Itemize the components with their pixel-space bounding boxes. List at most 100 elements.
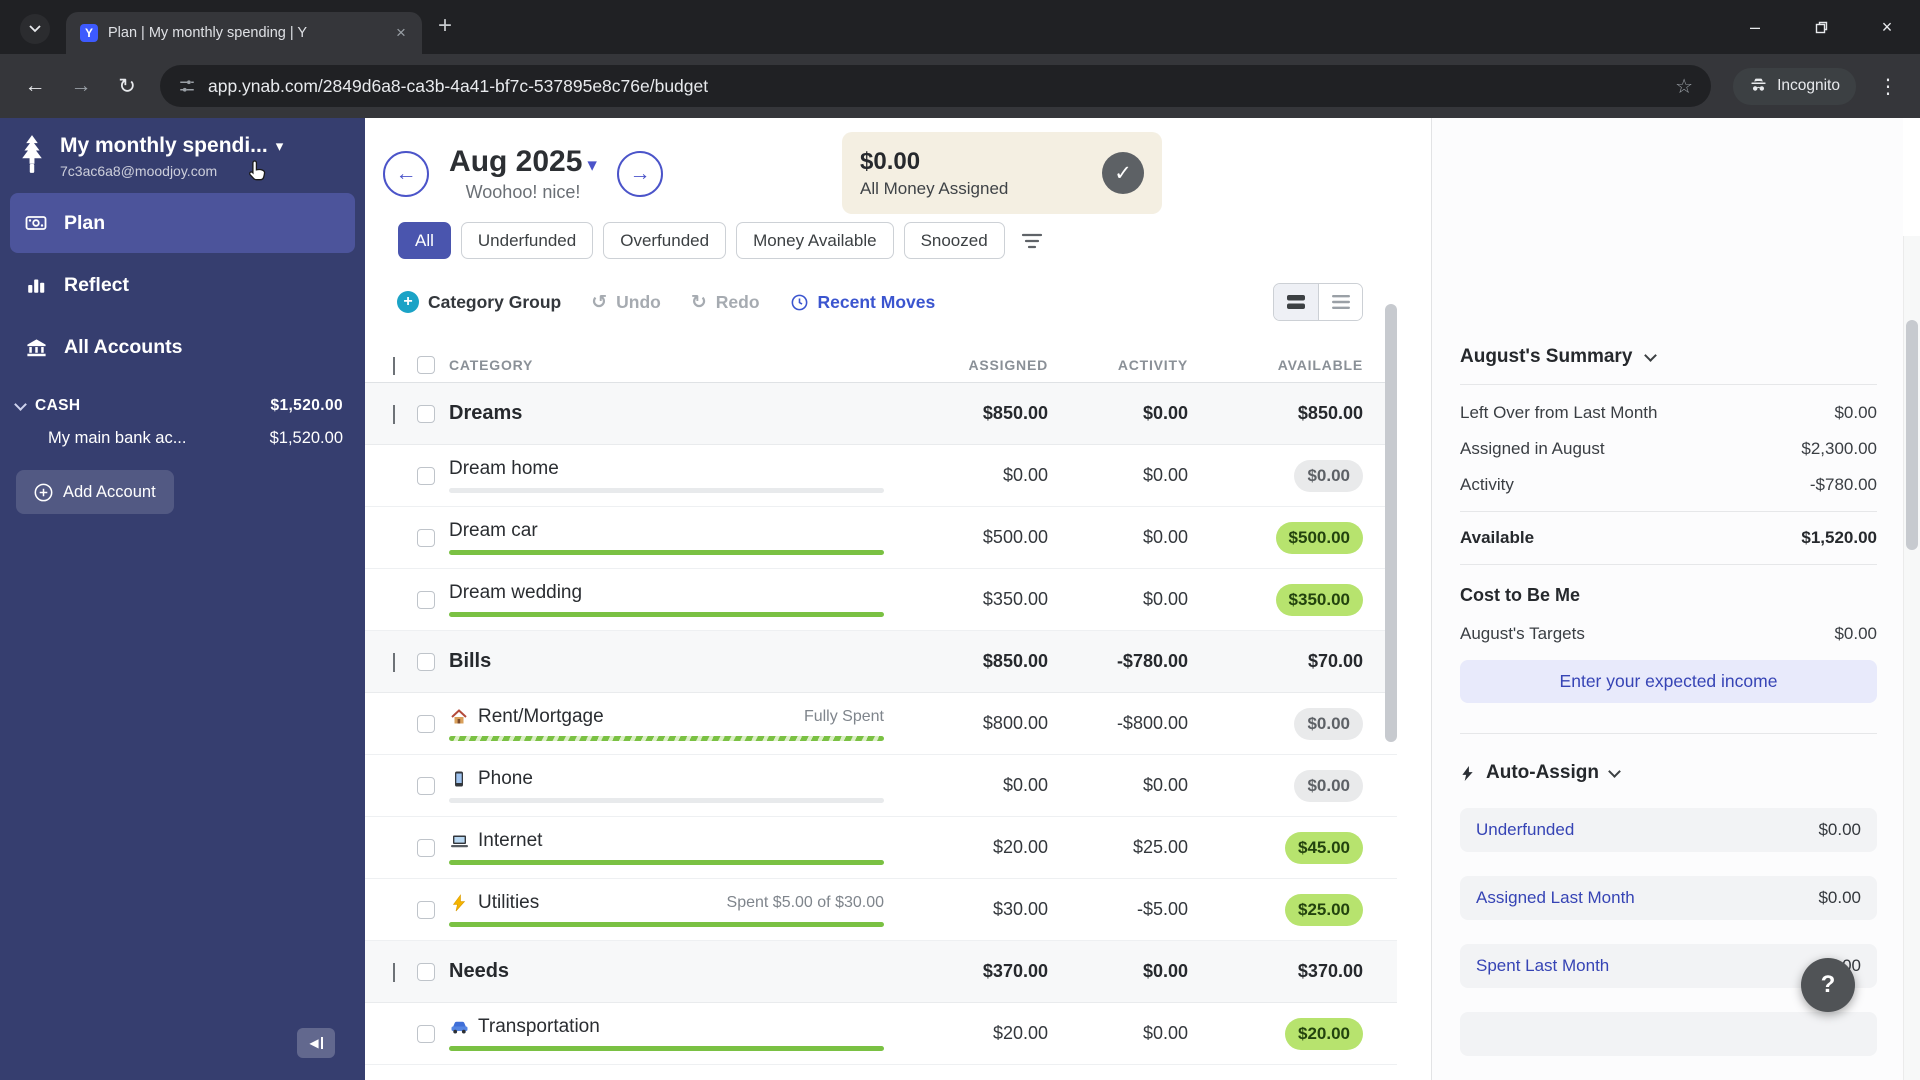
assigned-value[interactable]: $20.00 [898, 1023, 1048, 1044]
row-checkbox[interactable] [417, 714, 435, 733]
browser-menu-icon[interactable]: ⋮ [1870, 74, 1906, 99]
group-name[interactable]: Bills [449, 650, 898, 673]
activity-value[interactable]: $0.00 [1048, 465, 1188, 486]
budget-name[interactable]: My monthly spendi... [60, 134, 268, 158]
window-restore-button[interactable] [1788, 0, 1854, 54]
group-checkbox[interactable] [417, 962, 435, 981]
row-checkbox[interactable] [417, 900, 435, 919]
assigned-column-header[interactable]: ASSIGNED [898, 357, 1048, 373]
cash-section-header[interactable]: CASH $1,520.00 [14, 397, 343, 415]
url-text[interactable]: app.ynab.com/2849d6a8-ca3b-4a41-bf7c-537… [208, 76, 1663, 97]
account-item[interactable]: My main bank ac... $1,520.00 [0, 415, 365, 448]
address-bar[interactable]: app.ynab.com/2849d6a8-ca3b-4a41-bf7c-537… [160, 65, 1712, 107]
activity-value[interactable]: $0.00 [1048, 1023, 1188, 1044]
assigned-value[interactable]: $0.00 [898, 465, 1048, 486]
category-name[interactable]: Transportation [478, 1016, 600, 1038]
expected-income-button[interactable]: Enter your expected income [1460, 660, 1877, 703]
scrollbar-thumb[interactable] [1906, 320, 1918, 550]
previous-month-button[interactable]: ← [383, 151, 429, 197]
collapse-all-chevron-icon[interactable] [393, 356, 395, 375]
chevron-down-icon[interactable] [393, 652, 395, 672]
window-minimize-button[interactable]: – [1722, 0, 1788, 54]
group-name[interactable]: Dreams [449, 402, 898, 425]
auto-assign-header[interactable]: Auto-Assign [1460, 762, 1877, 784]
sidebar-item-reflect[interactable]: Reflect [10, 255, 355, 315]
row-checkbox[interactable] [417, 528, 435, 547]
activity-value[interactable]: $0.00 [1048, 589, 1188, 610]
assigned-value[interactable]: $30.00 [898, 899, 1048, 920]
list-view-button[interactable] [1318, 284, 1362, 320]
category-column-header[interactable]: CATEGORY [449, 357, 898, 373]
month-selector[interactable]: Aug 2025 ▾ [443, 145, 603, 179]
category-name[interactable]: Utilities [478, 892, 539, 914]
next-month-button[interactable]: → [617, 151, 663, 197]
available-pill[interactable]: $45.00 [1285, 831, 1363, 864]
group-row-needs[interactable]: Needs $370.00 $0.00 $370.00 [365, 941, 1397, 1003]
filter-underfunded[interactable]: Underfunded [460, 222, 594, 259]
card-view-button[interactable] [1274, 284, 1318, 320]
row-checkbox[interactable] [417, 776, 435, 795]
page-scrollbar[interactable] [1903, 236, 1920, 1080]
category-row-dream-home[interactable]: Dream home $0.00 $0.00 $0.00 [365, 445, 1397, 507]
activity-value[interactable]: -$800.00 [1048, 713, 1188, 734]
sidebar-collapse-button[interactable]: ◀ [297, 1028, 335, 1058]
redo-button[interactable]: ↻ Redo [691, 291, 760, 314]
recent-moves-button[interactable]: Recent Moves [790, 292, 935, 313]
activity-value[interactable]: -$5.00 [1048, 899, 1188, 920]
activity-column-header[interactable]: ACTIVITY [1048, 357, 1188, 373]
activity-value[interactable]: $25.00 [1048, 837, 1188, 858]
category-row-rent-mortgage[interactable]: Rent/Mortgage Fully Spent $800.00 -$800.… [365, 693, 1397, 755]
budget-switcher[interactable]: My monthly spendi... ▾ 7c3ac6a8@moodjoy.c… [0, 118, 365, 191]
category-name[interactable]: Internet [478, 830, 542, 852]
sidebar-item-plan[interactable]: Plan [10, 193, 355, 253]
add-category-group-button[interactable]: + Category Group [397, 291, 561, 313]
category-row-transportation[interactable]: Transportation $20.00 $0.00 $20.00 [365, 1003, 1397, 1065]
available-pill[interactable]: $500.00 [1275, 521, 1363, 554]
assigned-value[interactable]: $20.00 [898, 837, 1048, 858]
chevron-down-icon[interactable] [393, 404, 395, 424]
assigned-value[interactable]: $350.00 [898, 589, 1048, 610]
site-controls-icon[interactable] [178, 77, 196, 95]
available-pill[interactable]: $25.00 [1285, 893, 1363, 926]
group-row-bills[interactable]: Bills $850.00 -$780.00 $70.00 [365, 631, 1397, 693]
group-checkbox[interactable] [417, 404, 435, 423]
auto-assign-row-assigned-last-month[interactable]: Assigned Last Month $0.00 [1460, 876, 1877, 920]
row-checkbox[interactable] [417, 590, 435, 609]
back-button[interactable]: ← [14, 65, 56, 107]
available-pill[interactable]: $350.00 [1275, 583, 1363, 616]
activity-value[interactable]: $0.00 [1048, 527, 1188, 548]
sidebar-item-all-accounts[interactable]: All Accounts [10, 317, 355, 377]
category-name[interactable]: Dream car [449, 520, 538, 542]
available-pill[interactable]: $0.00 [1294, 769, 1363, 802]
table-scrollbar[interactable] [1385, 304, 1397, 742]
category-name[interactable]: Dream wedding [449, 582, 582, 604]
category-row-phone[interactable]: Phone $0.00 $0.00 $0.00 [365, 755, 1397, 817]
filter-snoozed[interactable]: Snoozed [903, 222, 1005, 259]
help-button[interactable]: ? [1801, 958, 1855, 1012]
auto-assign-row-underfunded[interactable]: Underfunded $0.00 [1460, 808, 1877, 852]
assigned-value[interactable]: $500.00 [898, 527, 1048, 548]
undo-button[interactable]: ↺ Undo [591, 291, 661, 314]
filter-all[interactable]: All [398, 222, 451, 259]
group-name[interactable]: Needs [449, 960, 898, 983]
category-row-internet[interactable]: Internet $20.00 $25.00 $45.00 [365, 817, 1397, 879]
new-tab-button[interactable]: + [438, 12, 452, 40]
summary-header[interactable]: August's Summary [1460, 346, 1877, 385]
filter-money-available[interactable]: Money Available [736, 222, 894, 259]
reload-button[interactable]: ↻ [106, 65, 148, 107]
window-close-button[interactable]: × [1854, 0, 1920, 54]
bookmark-star-icon[interactable]: ☆ [1675, 74, 1693, 99]
assigned-value[interactable]: $0.00 [898, 775, 1048, 796]
activity-value[interactable]: $0.00 [1048, 775, 1188, 796]
group-checkbox[interactable] [417, 652, 435, 671]
row-checkbox[interactable] [417, 1024, 435, 1043]
category-row-dream-car[interactable]: Dream car $500.00 $0.00 $500.00 [365, 507, 1397, 569]
assigned-value[interactable]: $800.00 [898, 713, 1048, 734]
filter-icon[interactable] [1021, 232, 1043, 250]
forward-button[interactable]: → [60, 65, 102, 107]
browser-tab[interactable]: Y Plan | My monthly spending | Y × [66, 12, 422, 54]
available-column-header[interactable]: AVAILABLE [1188, 357, 1363, 373]
available-pill[interactable]: $0.00 [1294, 459, 1363, 492]
category-name[interactable]: Phone [478, 768, 533, 790]
available-pill[interactable]: $0.00 [1294, 707, 1363, 740]
